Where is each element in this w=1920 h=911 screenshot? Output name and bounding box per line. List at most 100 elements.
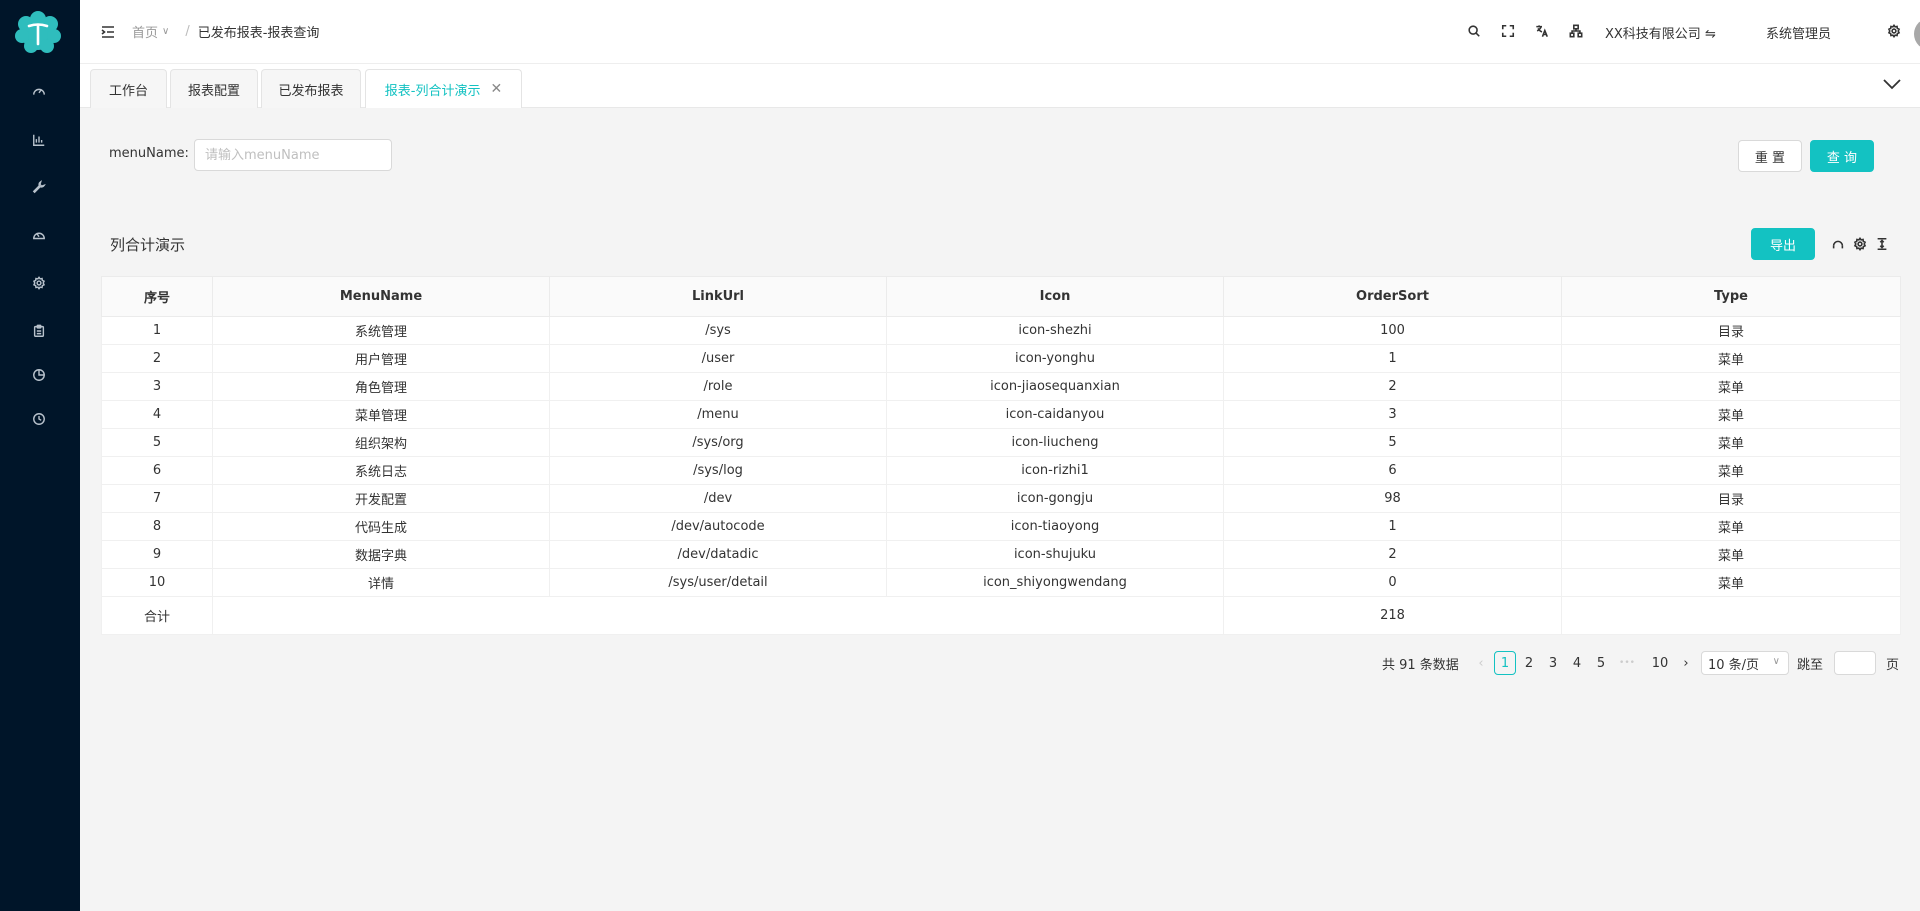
tab-column-sum-demo[interactable]: 报表-列合计演示 ✕ bbox=[365, 69, 522, 108]
table-cell: 详情 bbox=[212, 568, 550, 597]
table-cell: /dev/autocode bbox=[549, 512, 887, 541]
table-cell: 1 bbox=[101, 316, 213, 345]
search-icon[interactable] bbox=[1466, 23, 1482, 39]
tab-label: 已发布报表 bbox=[278, 83, 344, 99]
tab-workbench[interactable]: 工作台 bbox=[90, 69, 167, 108]
page-1[interactable]: 1 bbox=[1494, 651, 1516, 675]
table-row[interactable]: 9 数据字典/dev/datadic icon-shujuku 2 菜单 bbox=[101, 540, 1901, 569]
sidebar bbox=[0, 0, 80, 911]
page-4[interactable]: 4 bbox=[1566, 651, 1588, 675]
organization-icon[interactable] bbox=[1568, 23, 1584, 39]
report-chart-icon[interactable] bbox=[30, 131, 48, 149]
table-cell: 角色管理 bbox=[212, 372, 550, 401]
table-cell: 100 bbox=[1223, 316, 1562, 345]
gear-icon[interactable] bbox=[1886, 23, 1902, 39]
jump-page-input[interactable] bbox=[1834, 651, 1876, 675]
current-user-name[interactable]: 系统管理员 bbox=[1766, 23, 1831, 42]
table-cell: /role bbox=[549, 372, 887, 401]
top-header: 首页 ∨ / 已发布报表-报表查询 XX科技有限公司 ⇋ 系统管理员 bbox=[80, 0, 1920, 64]
table-cell: icon-gongju bbox=[886, 484, 1224, 513]
page-3[interactable]: 3 bbox=[1542, 651, 1564, 675]
reset-button[interactable]: 重 置 bbox=[1738, 140, 1802, 172]
table-cell: icon_shiyongwendang bbox=[886, 568, 1224, 597]
column-header: 序号 bbox=[101, 276, 213, 317]
table-row[interactable]: 3 角色管理/role icon-jiaosequanxian 2 菜单 bbox=[101, 372, 1901, 401]
column-header: Icon bbox=[886, 276, 1224, 317]
table-cell: 3 bbox=[1223, 400, 1562, 429]
pie-chart-icon[interactable] bbox=[30, 366, 48, 384]
page-2[interactable]: 2 bbox=[1518, 651, 1540, 675]
table-cell: 菜单 bbox=[1561, 400, 1901, 429]
table-row[interactable]: 2 用户管理/user icon-yonghu 1 菜单 bbox=[101, 344, 1901, 373]
wrench-icon[interactable] bbox=[30, 178, 48, 196]
summary-cell bbox=[212, 596, 1224, 635]
table-row[interactable]: 7 开发配置/dev icon-gongju 98 目录 bbox=[101, 484, 1901, 513]
table-cell: 5 bbox=[1223, 428, 1562, 457]
close-icon[interactable]: ✕ bbox=[490, 81, 502, 97]
page-size-value: 10 条/页 bbox=[1708, 657, 1760, 673]
table-cell: 3 bbox=[101, 372, 213, 401]
table-row[interactable]: 5 组织架构/sys/org icon-liucheng 5 菜单 bbox=[101, 428, 1901, 457]
table-cell: 开发配置 bbox=[212, 484, 550, 513]
table-cell: 菜单 bbox=[1561, 372, 1901, 401]
table-cell: /user bbox=[549, 344, 887, 373]
company-switch[interactable]: XX科技有限公司 ⇋ bbox=[1605, 23, 1716, 42]
table-cell: 9 bbox=[101, 540, 213, 569]
breadcrumb-current: 已发布报表-报表查询 bbox=[197, 26, 320, 41]
summary-row: 合计 218 bbox=[101, 596, 1901, 635]
table-cell: 目录 bbox=[1561, 316, 1901, 345]
refresh-icon[interactable] bbox=[1830, 236, 1846, 252]
tab-report-config[interactable]: 报表配置 bbox=[170, 69, 258, 108]
table-cell: 4 bbox=[101, 400, 213, 429]
tab-label: 报表-列合计演示 bbox=[384, 83, 481, 99]
settings-icon[interactable] bbox=[30, 274, 48, 292]
export-button[interactable]: 导出 bbox=[1751, 228, 1815, 260]
tabs-dropdown-icon[interactable] bbox=[1882, 76, 1902, 92]
table-header-row: 序号 MenuName LinkUrl Icon OrderSort Type bbox=[101, 276, 1901, 317]
table-cell: 5 bbox=[101, 428, 213, 457]
table-row[interactable]: 6 系统日志/sys/log icon-rizhi1 6 菜单 bbox=[101, 456, 1901, 485]
summary-order-sort-total: 218 bbox=[1223, 596, 1562, 635]
column-settings-icon[interactable] bbox=[1852, 236, 1868, 252]
table-cell: 菜单 bbox=[1561, 456, 1901, 485]
breadcrumb-home[interactable]: 首页 bbox=[132, 22, 158, 41]
gauge-icon[interactable] bbox=[30, 226, 48, 244]
table-cell: icon-liucheng bbox=[886, 428, 1224, 457]
menuname-input[interactable] bbox=[194, 139, 392, 171]
page-5[interactable]: 5 bbox=[1590, 651, 1612, 675]
page-ellipsis[interactable]: ••• bbox=[1616, 651, 1638, 675]
query-button[interactable]: 查 询 bbox=[1810, 140, 1874, 172]
table-row[interactable]: 8 代码生成/dev/autocode icon-tiaoyong 1 菜单 bbox=[101, 512, 1901, 541]
clock-icon[interactable] bbox=[30, 410, 48, 428]
table-row[interactable]: 4 菜单管理/menu icon-caidanyou 3 菜单 bbox=[101, 400, 1901, 429]
app-logo[interactable] bbox=[14, 10, 62, 56]
fullscreen-icon[interactable] bbox=[1500, 23, 1516, 39]
clipboard-icon[interactable] bbox=[30, 322, 48, 340]
table-title: 列合计演示 bbox=[110, 236, 186, 254]
table-cell: /dev bbox=[549, 484, 887, 513]
menu-collapse-icon[interactable] bbox=[100, 24, 116, 40]
breadcrumb-separator: / bbox=[185, 24, 190, 39]
table-cell: 1 bbox=[1223, 512, 1562, 541]
menuname-label: menuName: bbox=[109, 146, 189, 161]
table-cell: 10 bbox=[101, 568, 213, 597]
tab-published-reports[interactable]: 已发布报表 bbox=[261, 69, 361, 108]
table-cell: icon-rizhi1 bbox=[886, 456, 1224, 485]
next-page-icon[interactable]: › bbox=[1675, 651, 1697, 675]
page-last[interactable]: 10 bbox=[1649, 651, 1671, 675]
table-cell: 菜单管理 bbox=[212, 400, 550, 429]
table-row[interactable]: 10 详情/sys/user/detail icon_shiyongwendang 0… bbox=[101, 568, 1901, 597]
translate-icon[interactable] bbox=[1534, 23, 1550, 39]
page-size-select[interactable]: 10 条/页 ∨ bbox=[1701, 651, 1789, 675]
prev-page-icon[interactable]: ‹ bbox=[1470, 651, 1492, 675]
dashboard-icon[interactable] bbox=[30, 83, 48, 101]
table-cell: icon-shezhi bbox=[886, 316, 1224, 345]
column-height-icon[interactable] bbox=[1874, 236, 1890, 252]
avatar[interactable] bbox=[1914, 18, 1920, 50]
table-cell: 2 bbox=[1223, 372, 1562, 401]
page-suffix: 页 bbox=[1886, 657, 1900, 673]
table-row[interactable]: 1 系统管理/sys icon-shezhi 100 目录 bbox=[101, 316, 1901, 345]
table-cell: 代码生成 bbox=[212, 512, 550, 541]
chevron-down-icon[interactable]: ∨ bbox=[162, 26, 169, 37]
table-cell: 系统管理 bbox=[212, 316, 550, 345]
